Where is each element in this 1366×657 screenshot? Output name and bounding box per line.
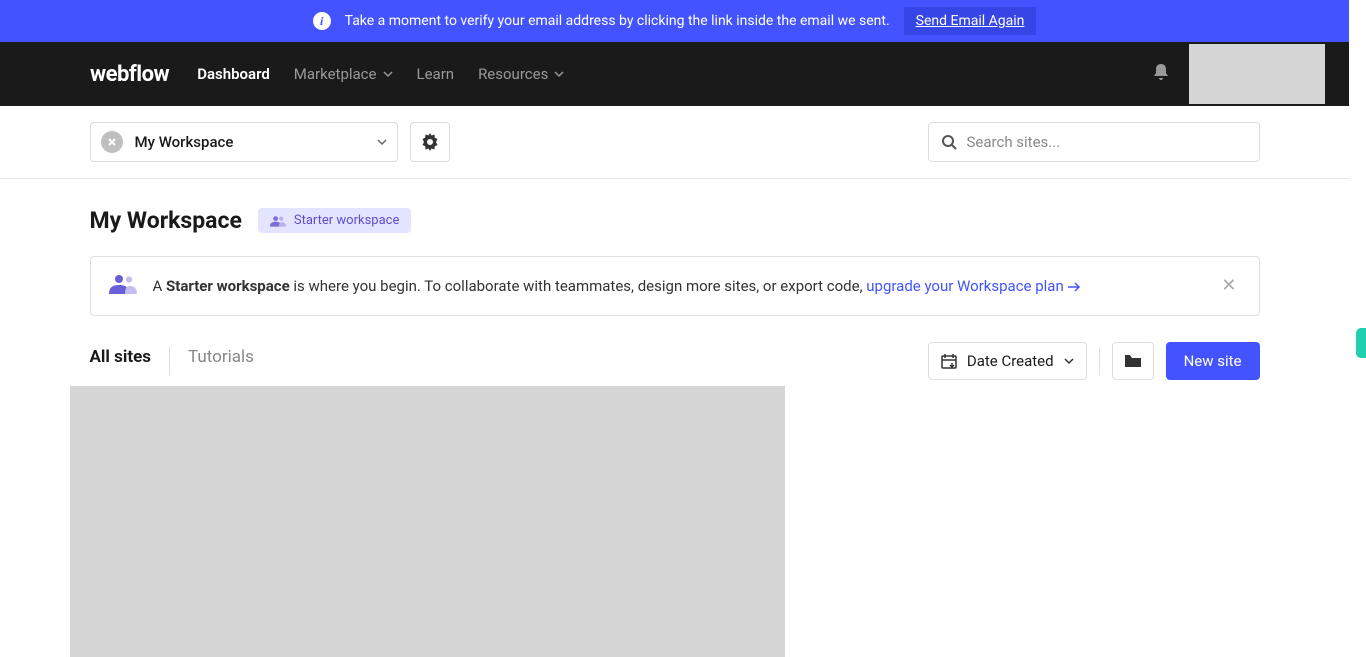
chevron-down-icon bbox=[377, 137, 387, 147]
tab-all-sites[interactable]: All sites bbox=[90, 347, 171, 375]
info-card-text: A Starter workspace is where you begin. … bbox=[153, 275, 1202, 298]
site-card-placeholder[interactable] bbox=[70, 386, 785, 657]
workspace-toolbar: My Workspace bbox=[90, 122, 1260, 162]
tab-tutorials[interactable]: Tutorials bbox=[188, 347, 272, 375]
nav-dashboard-label: Dashboard bbox=[197, 65, 270, 83]
nav-dashboard[interactable]: Dashboard bbox=[197, 65, 270, 83]
info-rest: is where you begin. To collaborate with … bbox=[290, 277, 867, 295]
search-input[interactable] bbox=[967, 133, 1247, 151]
site-tabs: All sites Tutorials bbox=[90, 347, 272, 375]
upgrade-link-label: upgrade your Workspace plan bbox=[866, 277, 1064, 295]
close-info-card-button[interactable]: ✕ bbox=[1217, 273, 1240, 299]
workspace-selector[interactable]: My Workspace bbox=[90, 122, 398, 162]
chevron-down-icon bbox=[554, 69, 564, 79]
upgrade-workspace-link[interactable]: upgrade your Workspace plan bbox=[866, 277, 1081, 295]
new-site-button[interactable]: New site bbox=[1166, 342, 1260, 380]
sort-selector[interactable]: Date Created bbox=[928, 342, 1087, 380]
people-icon bbox=[109, 273, 137, 299]
gear-icon bbox=[421, 133, 439, 151]
info-prefix: A bbox=[153, 277, 167, 295]
workspace-settings-button[interactable] bbox=[410, 122, 450, 162]
verify-email-banner: i Take a moment to verify your email add… bbox=[0, 0, 1349, 42]
folder-plus-icon bbox=[1124, 354, 1142, 368]
notifications-icon[interactable] bbox=[1153, 63, 1169, 85]
nav-marketplace[interactable]: Marketplace bbox=[294, 65, 393, 83]
nav-resources[interactable]: Resources bbox=[478, 65, 564, 83]
banner-message: Take a moment to verify your email addre… bbox=[345, 13, 890, 29]
nav-learn-label: Learn bbox=[417, 65, 455, 83]
workspace-avatar-icon bbox=[101, 131, 123, 153]
nav-learn[interactable]: Learn bbox=[417, 65, 455, 83]
arrow-right-icon bbox=[1067, 282, 1081, 292]
search-icon bbox=[941, 134, 957, 150]
main-header: webflow Dashboard Marketplace Learn Reso… bbox=[0, 42, 1349, 106]
search-sites-box[interactable] bbox=[928, 122, 1260, 162]
info-strong: Starter workspace bbox=[166, 277, 290, 295]
people-icon bbox=[270, 215, 286, 227]
send-email-again-button[interactable]: Send Email Again bbox=[904, 7, 1037, 35]
workspace-info-card: A Starter workspace is where you begin. … bbox=[90, 256, 1260, 316]
sort-label: Date Created bbox=[967, 352, 1054, 370]
webflow-logo[interactable]: webflow bbox=[90, 62, 169, 87]
plan-badge: Starter workspace bbox=[258, 208, 412, 233]
chevron-down-icon bbox=[383, 69, 393, 79]
chevron-down-icon bbox=[1064, 356, 1074, 366]
main-nav: Dashboard Marketplace Learn Resources bbox=[197, 65, 1153, 83]
plan-badge-label: Starter workspace bbox=[294, 213, 400, 228]
site-grid bbox=[90, 386, 1260, 657]
page-title: My Workspace bbox=[90, 207, 242, 234]
info-icon: i bbox=[313, 12, 331, 30]
site-actions: Date Created New site bbox=[928, 342, 1260, 380]
divider bbox=[1099, 347, 1100, 375]
account-menu[interactable] bbox=[1189, 44, 1325, 104]
nav-resources-label: Resources bbox=[478, 65, 548, 83]
header-right bbox=[1153, 44, 1325, 104]
nav-marketplace-label: Marketplace bbox=[294, 65, 377, 83]
workspace-name-label: My Workspace bbox=[135, 133, 234, 151]
new-folder-button[interactable] bbox=[1112, 342, 1154, 380]
calendar-icon bbox=[941, 353, 957, 369]
feedback-tab[interactable] bbox=[1356, 328, 1366, 358]
